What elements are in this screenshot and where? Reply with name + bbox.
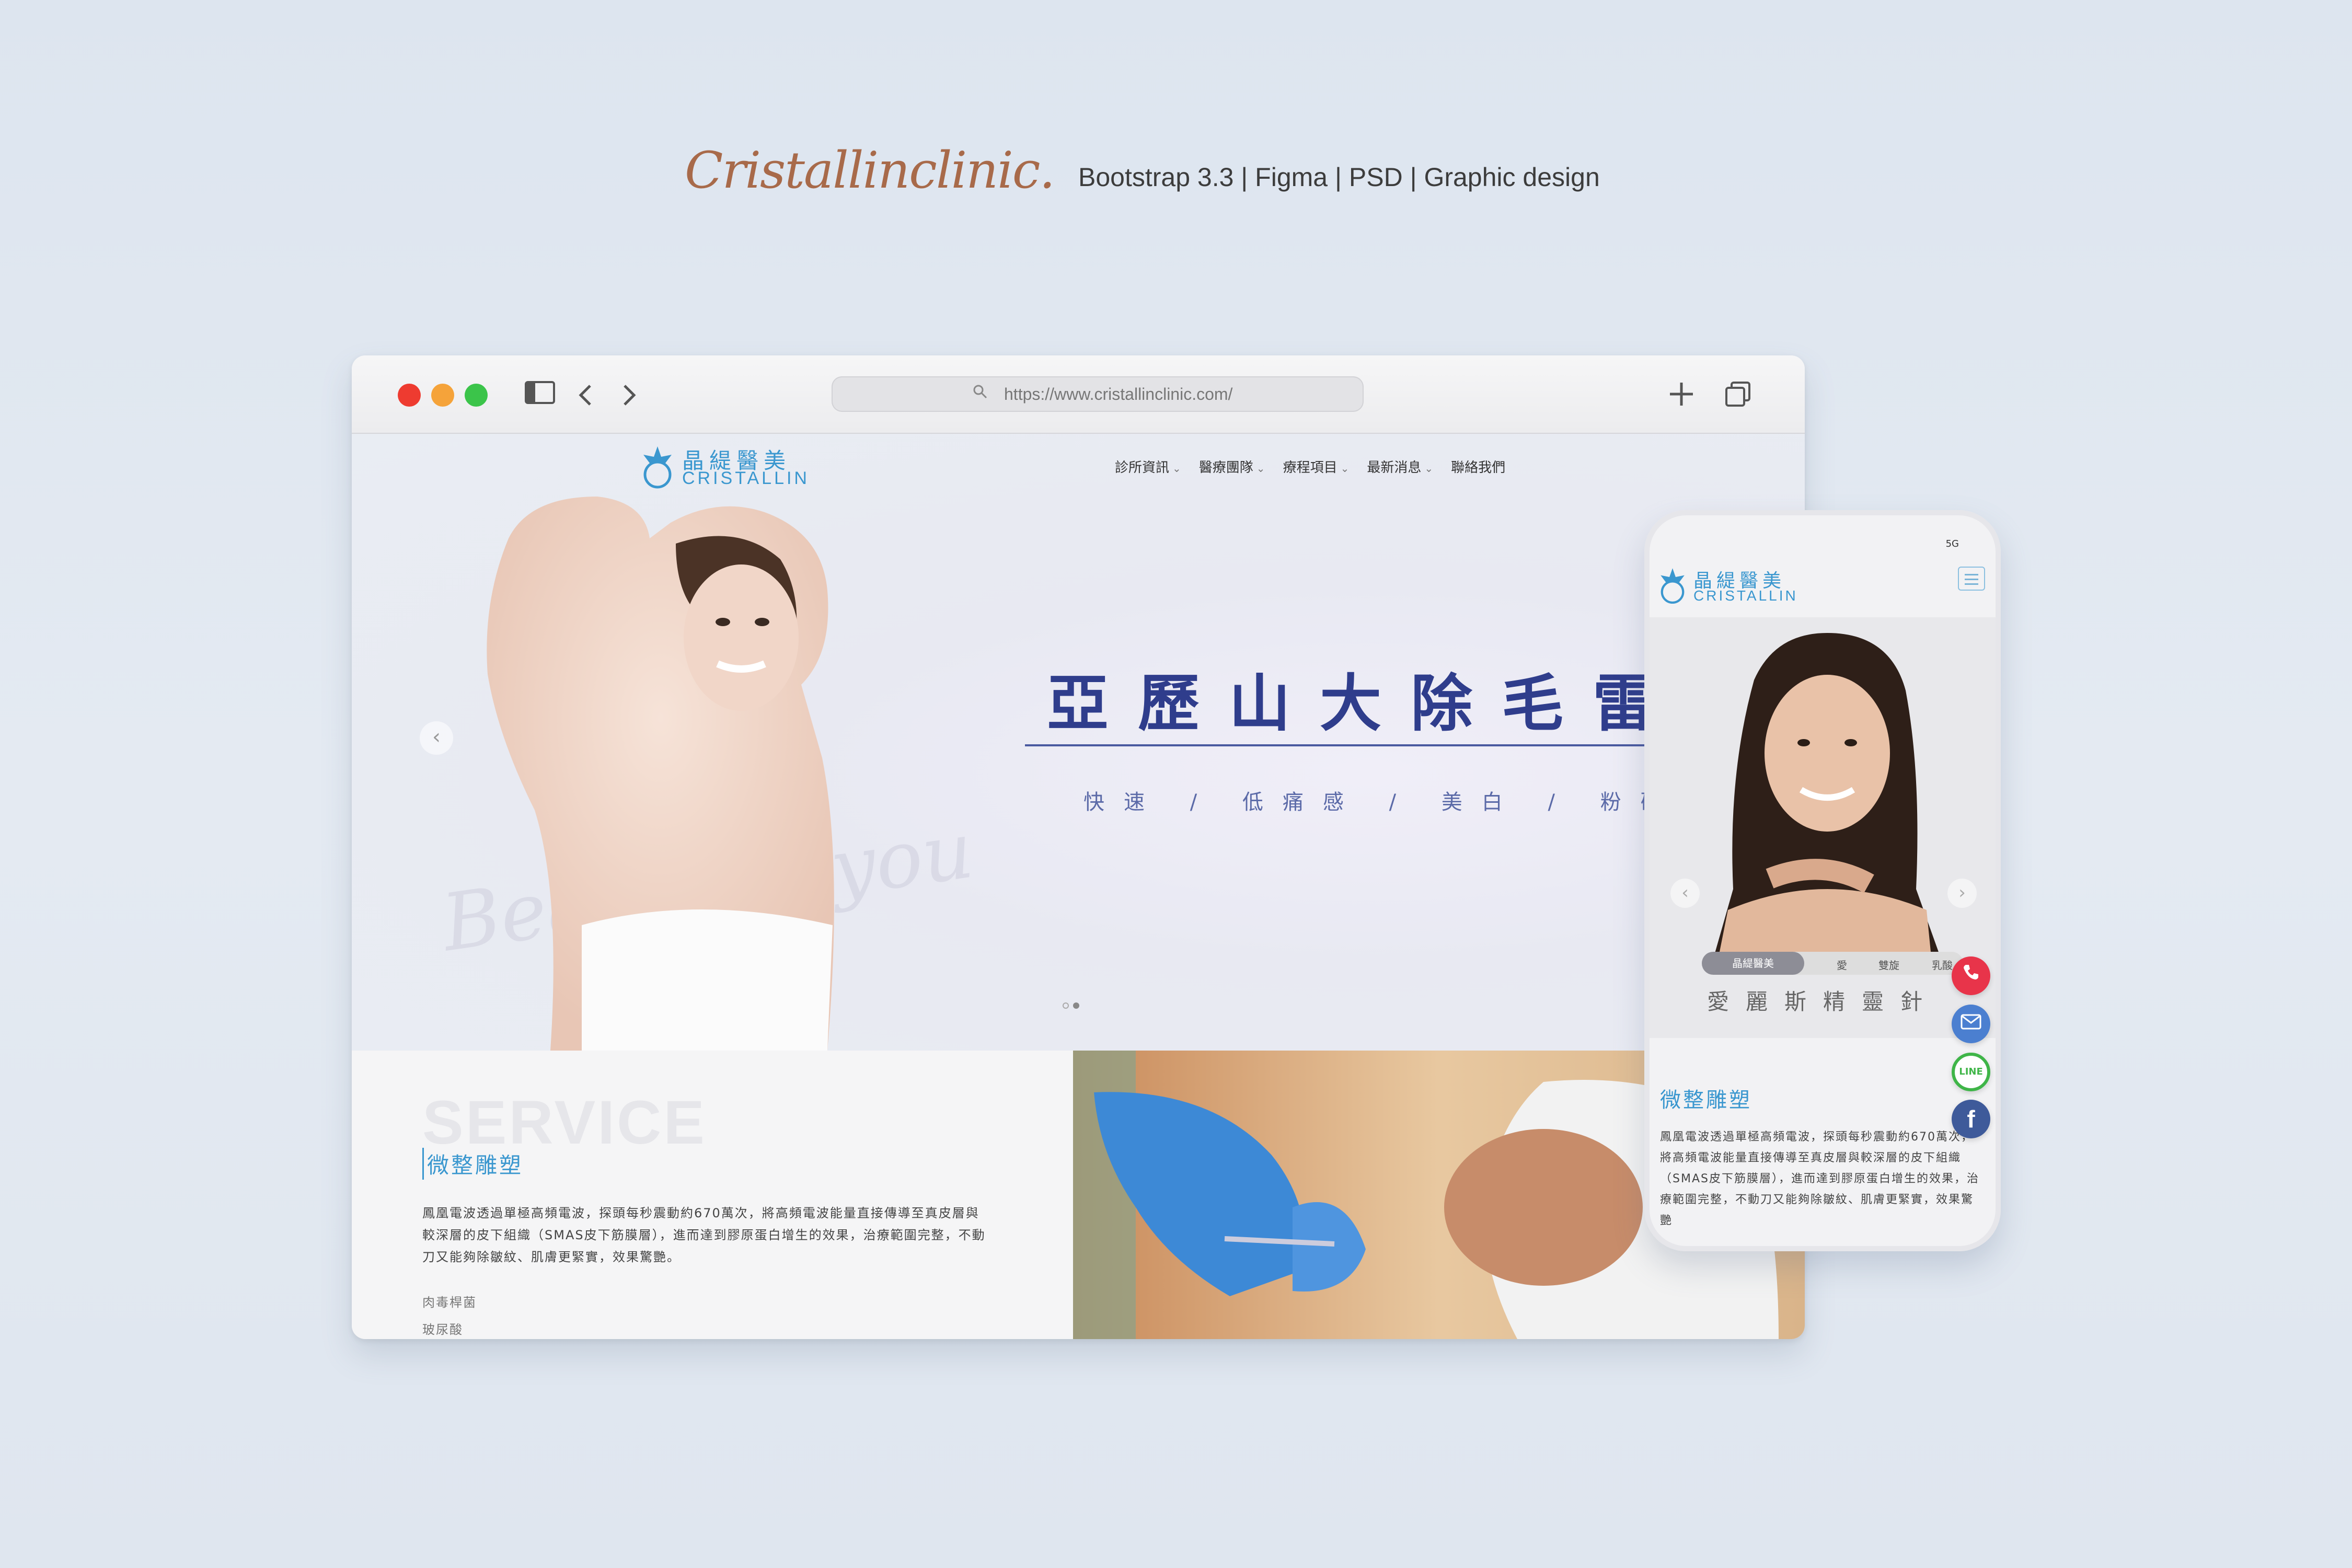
- browser-toolbar: https://www.cristallinclinic.com/: [352, 355, 1805, 434]
- line-app-icon[interactable]: LINE: [1952, 1053, 1990, 1091]
- mobile-tab[interactable]: 乳酸: [1932, 957, 1953, 972]
- maximize-window-button[interactable]: [465, 384, 488, 407]
- service-links: 肉毒桿菌 玻尿酸: [422, 1289, 477, 1339]
- mobile-carousel-tabs: 晶緹醫美 愛 雙旋 乳酸: [1702, 952, 1963, 975]
- service-link-botox[interactable]: 肉毒桿菌: [422, 1289, 477, 1316]
- crown-logo-icon: [1661, 568, 1685, 604]
- mobile-hero-caption: 愛麗斯精靈針: [1707, 989, 1940, 1014]
- mail-icon[interactable]: [1952, 1005, 1990, 1043]
- mobile-carousel-prev-button[interactable]: ‹: [1670, 879, 1700, 908]
- status-bar: 5G: [1945, 538, 1959, 549]
- close-window-button[interactable]: [398, 384, 421, 407]
- mobile-service-title: 微整雕塑: [1660, 1088, 1752, 1112]
- phone-call-icon[interactable]: [1952, 956, 1990, 995]
- search-icon: [973, 384, 987, 403]
- service-title: 微整雕塑: [422, 1148, 523, 1180]
- crown-logo-icon: [643, 446, 672, 489]
- chevron-down-icon: ⌄: [1340, 462, 1350, 475]
- mobile-hero-model-image: [1712, 633, 1942, 962]
- carousel-dot[interactable]: [1063, 1002, 1069, 1009]
- hero-title: 亞歷山大除毛雷: [1047, 667, 1684, 740]
- mobile-tab[interactable]: 雙旋: [1878, 957, 1899, 972]
- minimize-window-button[interactable]: [431, 384, 454, 407]
- facebook-icon[interactable]: f: [1952, 1100, 1990, 1138]
- logo-en: CRISTALLIN: [682, 468, 810, 488]
- tabs-icon[interactable]: [1722, 379, 1754, 411]
- carousel-indicators: [1063, 1002, 1079, 1009]
- hero-model-image: [487, 497, 834, 1051]
- hero-carousel: Beauty is you 晶緹醫美 CRISTALLIN: [352, 434, 1805, 1051]
- service-link-hyaluronic[interactable]: 玻尿酸: [422, 1316, 477, 1339]
- chevron-down-icon: ⌄: [1172, 462, 1181, 475]
- main-nav: 診所資訊 ⌄ 醫療團隊 ⌄ 療程項目 ⌄ 最新消息 ⌄ 聯絡我們: [1115, 457, 1505, 476]
- mobile-tab-active[interactable]: 晶緹醫美: [1702, 952, 1804, 975]
- mobile-device: 5G 晶緹醫美 CRISTALLIN ‹ › 晶緹醫美 愛 雙旋 乳酸 愛麗斯精…: [1644, 510, 2001, 1251]
- hamburger-menu-icon[interactable]: [1958, 567, 1985, 591]
- mobile-service-description: 鳳凰電波透過單極高頻電波，探頭每秒震動約670萬次，將高頻電波能量直接傳導至真皮…: [1660, 1131, 1979, 1227]
- nav-item-clinic-info[interactable]: 診所資訊 ⌄: [1115, 457, 1181, 476]
- sidebar-icon[interactable]: [524, 379, 556, 411]
- service-section: SERVICE 微整雕塑 鳳凰電波透過單極高頻電波，探頭每秒震動約670萬次，將…: [352, 1051, 1073, 1339]
- plus-icon[interactable]: [1666, 379, 1697, 411]
- service-description: 鳳凰電波透過單極高頻電波，探頭每秒震動約670萬次，將高頻電波能量直接傳導至真皮…: [422, 1206, 986, 1264]
- chevron-down-icon: ⌄: [1424, 462, 1434, 475]
- hero-divider: [1025, 744, 1652, 746]
- carousel-dot-active[interactable]: [1073, 1002, 1079, 1009]
- address-bar[interactable]: https://www.cristallinclinic.com/: [832, 376, 1364, 412]
- nav-item-contact[interactable]: 聯絡我們: [1451, 457, 1505, 476]
- url-text: https://www.cristallinclinic.com/: [1004, 385, 1233, 403]
- nav-item-news[interactable]: 最新消息 ⌄: [1367, 457, 1433, 476]
- mobile-carousel-next-button[interactable]: ›: [1947, 879, 1977, 908]
- carousel-prev-button[interactable]: ‹: [420, 721, 453, 755]
- chevron-right-icon[interactable]: [613, 379, 644, 411]
- chevron-down-icon: ⌄: [1256, 462, 1265, 475]
- nav-item-treatments[interactable]: 療程項目 ⌄: [1283, 457, 1350, 476]
- mobile-logo-en: CRISTALLIN: [1693, 587, 1798, 604]
- browser-window: https://www.cristallinclinic.com/ Beauty…: [352, 355, 1805, 1339]
- chevron-left-icon[interactable]: [570, 379, 602, 411]
- brand-logo: Cristallinclinic.: [685, 141, 1055, 200]
- tagline: Bootstrap 3.3 | Figma | PSD | Graphic de…: [1078, 163, 1600, 192]
- nav-item-medical-team[interactable]: 醫療團隊 ⌄: [1199, 457, 1265, 476]
- mobile-hero-carousel: ‹ › 晶緹醫美 愛 雙旋 乳酸 愛麗斯精靈針: [1650, 617, 1996, 1038]
- mobile-tab[interactable]: 愛: [1837, 957, 1847, 972]
